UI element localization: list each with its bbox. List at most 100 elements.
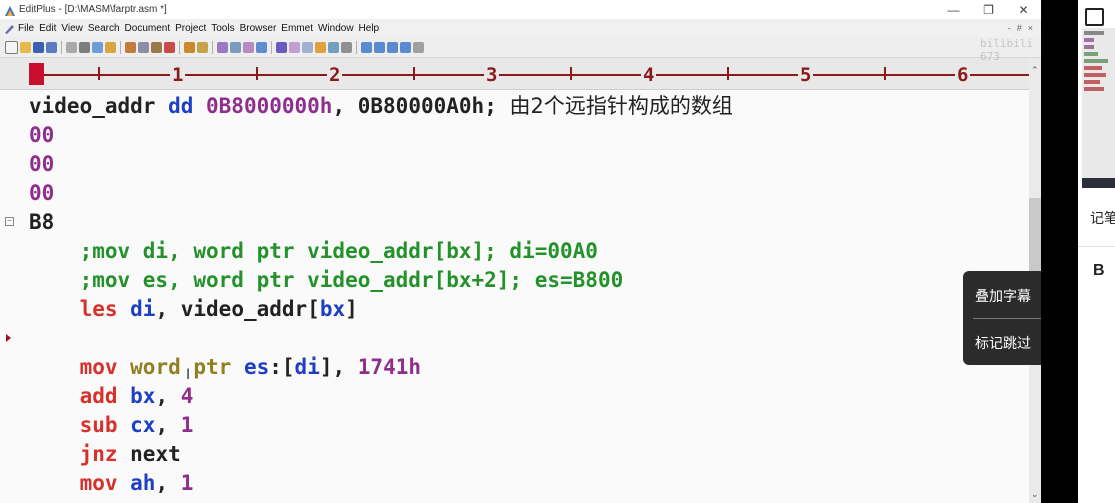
column-icon[interactable] (302, 41, 313, 53)
copy-icon[interactable] (138, 41, 149, 53)
ruler-number: 4 (641, 64, 657, 86)
code-editor[interactable]: − video_addr dd 0B8000000h, 0B80000A0h; … (0, 90, 1029, 503)
cut-icon[interactable] (125, 41, 136, 53)
word-wrap-icon[interactable] (315, 41, 326, 53)
menu-window[interactable]: Window (318, 23, 354, 34)
code-token: di (294, 355, 320, 379)
ruler-number: 3 (484, 64, 500, 86)
title-bar: EditPlus - [D:\MASM\farptr.asm *] — ❐ ✕ (0, 0, 1041, 19)
browser-icon[interactable] (105, 41, 116, 53)
ruler-number: 6 (955, 64, 971, 86)
code-token: bx (319, 297, 346, 321)
undo-icon[interactable] (184, 41, 195, 53)
restore-button[interactable]: ❐ (971, 0, 1006, 19)
print-preview-icon[interactable] (66, 41, 77, 53)
scroll-down-icon[interactable]: ⌄ (1031, 489, 1039, 500)
open-folder-icon[interactable] (20, 41, 31, 53)
panel-divider (1078, 246, 1115, 247)
toolbar-divider (212, 40, 213, 54)
text-cursor-icon: I (186, 367, 191, 383)
code-token: ;mov es, word ptr video_addr[bx+2]; es=B… (29, 268, 624, 292)
toolbar-divider (61, 40, 62, 54)
replace-icon[interactable] (230, 41, 241, 53)
overlay-skip-mark-item[interactable]: 标记跳过 (975, 333, 1031, 353)
menu-tools[interactable]: Tools (211, 23, 234, 34)
code-token: 00 (29, 123, 55, 147)
new-file-icon[interactable] (5, 40, 18, 54)
paste-icon[interactable] (151, 41, 162, 53)
goto-icon[interactable] (243, 41, 254, 53)
side-panel: 记笔 B (1078, 0, 1115, 503)
ruler-cursor-marker (29, 63, 44, 85)
code-token: B8 (29, 210, 55, 234)
menu-edit[interactable]: Edit (39, 23, 56, 34)
menu-help[interactable]: Help (359, 23, 380, 34)
save-icon[interactable] (33, 41, 44, 53)
minimize-button[interactable]: — (936, 0, 971, 19)
menu-document[interactable]: Document (125, 23, 171, 34)
menu-project[interactable]: Project (175, 23, 206, 34)
menu-view[interactable]: View (61, 23, 83, 34)
video-overlay-menu: 叠加字幕 标记跳过 (963, 271, 1041, 365)
mdi-controls: - # × (1008, 23, 1033, 33)
menu-emmet[interactable]: Emmet (281, 23, 313, 34)
code-token: ] (345, 297, 358, 321)
mdi-close-button[interactable]: × (1028, 23, 1033, 33)
find-icon[interactable] (217, 41, 228, 53)
ruler-number: 1 (170, 64, 186, 86)
help-icon[interactable] (413, 41, 424, 53)
scroll-up-icon[interactable]: ⌃ (1031, 65, 1039, 76)
code-token: mov (79, 355, 131, 379)
window-tile-icon[interactable] (361, 41, 372, 53)
code-token: , (332, 94, 358, 118)
ruler-icon[interactable] (328, 41, 339, 53)
redo-icon[interactable] (197, 41, 208, 53)
code-token: dd (168, 94, 207, 118)
window-list-icon[interactable] (387, 41, 398, 53)
code-token: bx (130, 384, 156, 408)
code-token: ;mov di, word ptr video_addr[bx]; di=00A… (29, 239, 598, 263)
mdi-restore-button[interactable]: # (1017, 23, 1022, 33)
save-all-icon[interactable] (46, 41, 57, 53)
code-token: es (243, 355, 270, 379)
notes-label[interactable]: 记笔 (1090, 208, 1115, 228)
mdi-minimize-button[interactable]: - (1008, 23, 1011, 33)
code-token: les (79, 297, 131, 321)
print-icon[interactable] (79, 41, 90, 53)
video-thumbnail[interactable] (1082, 28, 1115, 188)
settings-icon[interactable] (341, 41, 352, 53)
delete-icon[interactable] (164, 41, 175, 53)
ruler-tick (727, 67, 729, 80)
fold-toggle-icon[interactable]: − (5, 217, 14, 226)
overlay-subtitle-item[interactable]: 叠加字幕 (975, 286, 1031, 306)
bold-format-button[interactable]: B (1093, 262, 1105, 280)
menu-file[interactable]: File (18, 23, 34, 34)
hex-icon[interactable] (289, 41, 300, 53)
font-icon[interactable] (276, 41, 287, 53)
code-token: cx (130, 413, 156, 437)
menu-search[interactable]: Search (88, 23, 120, 34)
line-number-icon[interactable] (256, 41, 267, 53)
code-token: 0B80000A0h (357, 94, 485, 118)
code-token: ah (130, 471, 156, 495)
code-token: video_addr (29, 94, 169, 118)
spellcheck-icon[interactable] (92, 41, 103, 53)
window-close-icon[interactable] (400, 41, 411, 53)
code-token: ; (484, 94, 510, 118)
watermark-text: bilibili 673 (980, 37, 1033, 63)
code-token: mov (79, 471, 131, 495)
close-button[interactable]: ✕ (1006, 0, 1041, 19)
code-line: ;mov es, word ptr video_addr[bx+2]; es=B… (29, 266, 624, 294)
overlay-divider (973, 318, 1041, 319)
window-cascade-icon[interactable] (374, 41, 385, 53)
pencil-icon (3, 22, 15, 34)
code-token: add (79, 384, 131, 408)
picture-in-picture-icon[interactable] (1085, 8, 1104, 26)
code-line: jnz next (29, 440, 181, 468)
window-title: EditPlus - [D:\MASM\farptr.asm *] (19, 4, 167, 15)
ruler-tick (413, 67, 415, 80)
toolbar-divider (271, 40, 272, 54)
menu-browser[interactable]: Browser (240, 23, 277, 34)
